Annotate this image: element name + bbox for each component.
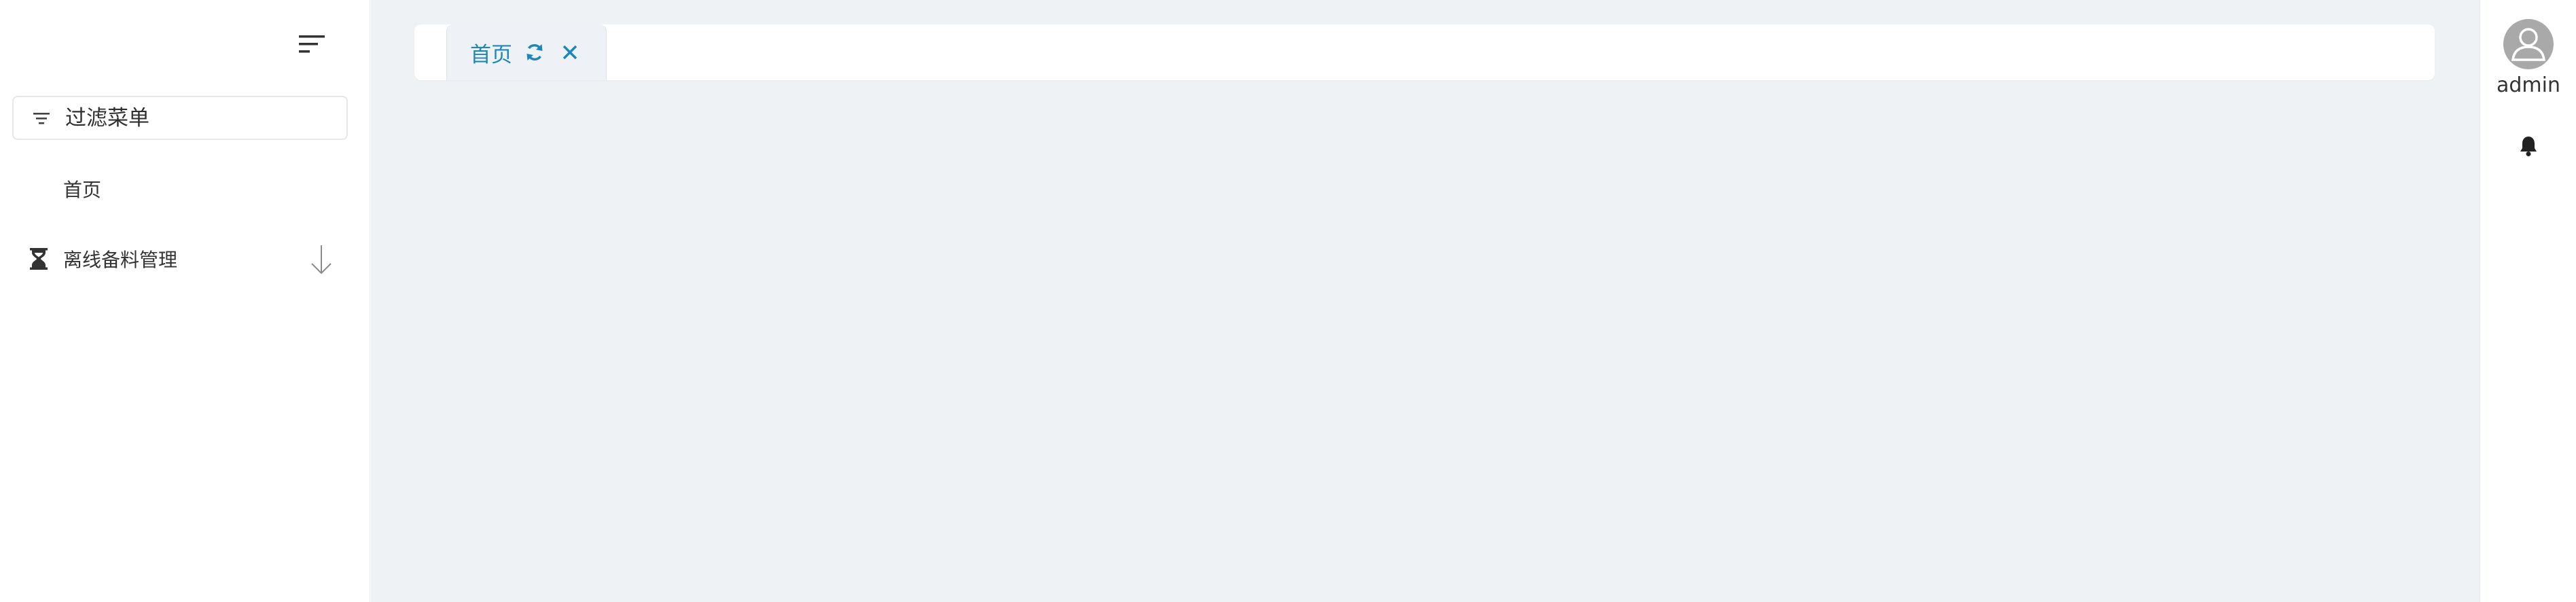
app-root: 首页 离线备料管理 首页 (0, 0, 2576, 602)
tab-label: 首页 (470, 42, 512, 67)
close-icon[interactable] (561, 43, 579, 61)
tab-bar: 首页 (414, 24, 2435, 80)
collapse-menu-button[interactable] (296, 33, 329, 57)
sidebar: 首页 离线备料管理 (0, 0, 370, 602)
tab-home[interactable]: 首页 (446, 24, 607, 80)
main-content: 首页 (371, 0, 2480, 602)
sidebar-item-label: 离线备料管理 (63, 249, 178, 271)
bell-icon[interactable] (2518, 135, 2539, 158)
right-toolbar: admin (2480, 0, 2576, 602)
refresh-icon[interactable] (524, 42, 545, 63)
username[interactable]: admin (2480, 73, 2576, 97)
filter-icon (33, 112, 50, 124)
sidebar-item-home[interactable]: 首页 (0, 165, 370, 213)
user-icon (2511, 28, 2546, 61)
menu-filter-input[interactable] (65, 105, 323, 130)
arrow-down-icon (311, 245, 332, 275)
avatar[interactable] (2503, 19, 2554, 69)
menu-fold-icon (299, 35, 325, 53)
sidebar-item-label: 首页 (63, 179, 102, 201)
menu-filter (12, 96, 348, 140)
sidebar-item-offline-material[interactable]: 离线备料管理 (0, 235, 370, 283)
hourglass-icon (30, 248, 48, 270)
